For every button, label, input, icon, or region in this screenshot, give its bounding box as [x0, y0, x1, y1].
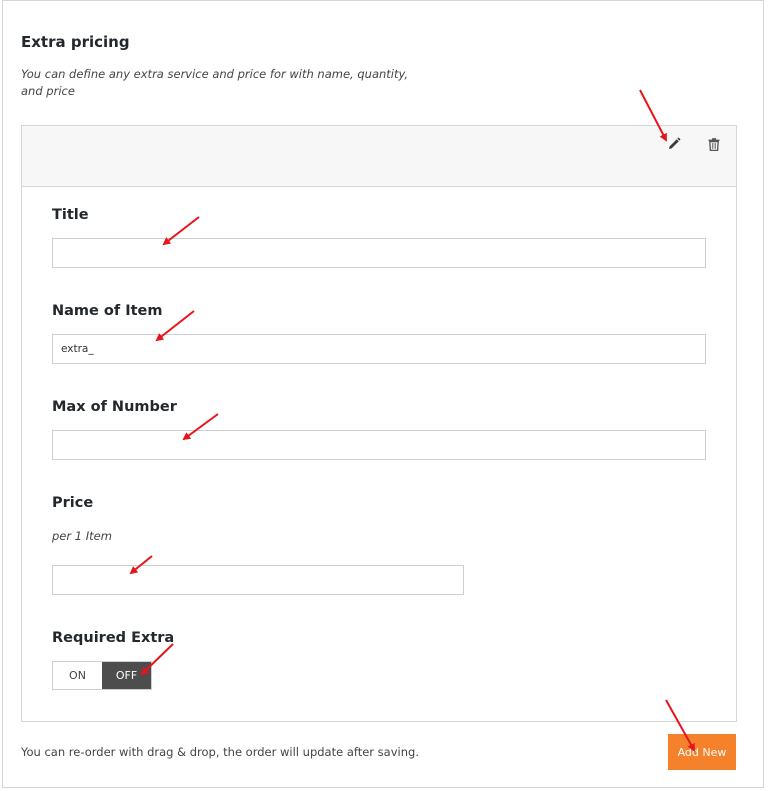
- section-description: You can define any extra service and pri…: [21, 67, 409, 98]
- reorder-hint: You can re-order with drag & drop, the o…: [21, 745, 419, 759]
- price-sublabel: per 1 Item: [52, 529, 112, 543]
- max-of-number-label: Max of Number: [52, 399, 177, 415]
- trash-icon[interactable]: [705, 135, 723, 153]
- section-title: Extra pricing: [21, 33, 130, 51]
- toggle-off-option[interactable]: OFF: [102, 662, 151, 689]
- add-new-button[interactable]: Add New: [668, 734, 736, 770]
- required-extra-toggle[interactable]: ON OFF: [52, 661, 152, 690]
- item-panel-header[interactable]: [22, 126, 736, 187]
- max-of-number-input[interactable]: [52, 430, 706, 460]
- pencil-icon[interactable]: [665, 135, 683, 153]
- price-label: Price: [52, 495, 94, 511]
- name-of-item-input[interactable]: [52, 334, 706, 364]
- required-extra-label: Required Extra: [52, 630, 175, 646]
- extra-item-panel: Title Name of Item Max of Number Price p…: [21, 125, 737, 722]
- price-input[interactable]: [52, 565, 464, 595]
- toggle-on-option[interactable]: ON: [53, 662, 102, 689]
- title-label: Title: [52, 207, 89, 223]
- title-input[interactable]: [52, 238, 706, 268]
- name-of-item-label: Name of Item: [52, 303, 163, 319]
